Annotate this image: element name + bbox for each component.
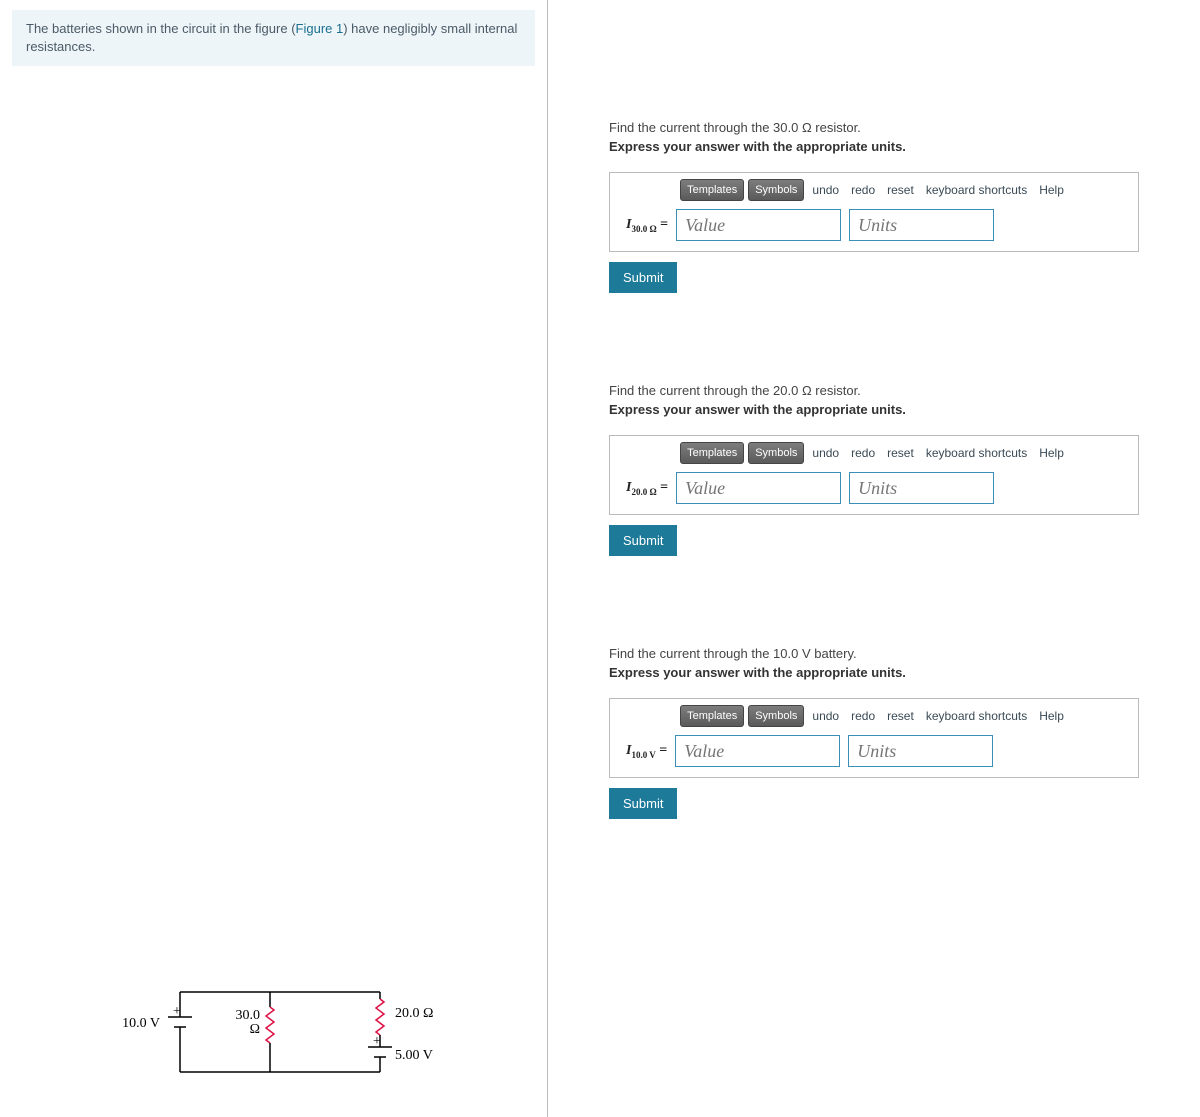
variable-label: I10.0 V = xyxy=(626,743,667,760)
svg-text:+: + xyxy=(373,1034,381,1049)
resistor1-label-bot: Ω xyxy=(250,1022,260,1037)
symbols-button[interactable]: Symbols xyxy=(748,705,804,727)
keyboard-shortcuts-button[interactable]: keyboard shortcuts xyxy=(922,181,1031,199)
templates-button[interactable]: Templates xyxy=(680,179,744,201)
submit-button[interactable]: Submit xyxy=(609,788,677,819)
units-input[interactable] xyxy=(849,472,994,504)
value-input[interactable] xyxy=(676,209,841,241)
figure-link[interactable]: Figure 1 xyxy=(296,21,344,36)
help-button[interactable]: Help xyxy=(1035,444,1068,462)
keyboard-shortcuts-button[interactable]: keyboard shortcuts xyxy=(922,707,1031,725)
templates-button[interactable]: Templates xyxy=(680,442,744,464)
part-a: Find the current through the 30.0 Ω resi… xyxy=(609,120,1189,293)
answer-toolbar: Templates Symbols undo redo reset keyboa… xyxy=(616,442,1132,464)
reset-button[interactable]: reset xyxy=(883,707,918,725)
circuit-figure: 10.0 V 30.0 Ω 20.0 Ω 5.00 V + + xyxy=(100,977,450,1097)
variable-label: I20.0 Ω = xyxy=(626,480,668,497)
reset-button[interactable]: reset xyxy=(883,444,918,462)
redo-button[interactable]: redo xyxy=(847,181,879,199)
help-button[interactable]: Help xyxy=(1035,707,1068,725)
battery1-label: 10.0 V xyxy=(122,1016,160,1031)
problem-text-before: The batteries shown in the circuit in th… xyxy=(26,21,296,36)
reset-button[interactable]: reset xyxy=(883,181,918,199)
variable-label: I30.0 Ω = xyxy=(626,217,668,234)
value-input[interactable] xyxy=(675,735,840,767)
answer-box: Templates Symbols undo redo reset keyboa… xyxy=(609,172,1139,252)
undo-button[interactable]: undo xyxy=(808,181,843,199)
answer-box: Templates Symbols undo redo reset keyboa… xyxy=(609,435,1139,515)
part-instruction: Express your answer with the appropriate… xyxy=(609,665,1189,680)
submit-button[interactable]: Submit xyxy=(609,525,677,556)
units-input[interactable] xyxy=(849,209,994,241)
undo-button[interactable]: undo xyxy=(808,444,843,462)
undo-button[interactable]: undo xyxy=(808,707,843,725)
answer-box: Templates Symbols undo redo reset keyboa… xyxy=(609,698,1139,778)
answer-toolbar: Templates Symbols undo redo reset keyboa… xyxy=(616,179,1132,201)
resistor1-label-top: 30.0 xyxy=(236,1008,261,1023)
answer-toolbar: Templates Symbols undo redo reset keyboa… xyxy=(616,705,1132,727)
svg-text:+: + xyxy=(173,1004,181,1019)
value-input[interactable] xyxy=(676,472,841,504)
part-prompt: Find the current through the 30.0 Ω resi… xyxy=(609,120,1189,135)
part-c: Find the current through the 10.0 V batt… xyxy=(609,646,1189,819)
redo-button[interactable]: redo xyxy=(847,707,879,725)
submit-button[interactable]: Submit xyxy=(609,262,677,293)
symbols-button[interactable]: Symbols xyxy=(748,442,804,464)
units-input[interactable] xyxy=(848,735,993,767)
part-prompt: Find the current through the 10.0 V batt… xyxy=(609,646,1189,661)
templates-button[interactable]: Templates xyxy=(680,705,744,727)
part-instruction: Express your answer with the appropriate… xyxy=(609,139,1189,154)
part-prompt: Find the current through the 20.0 Ω resi… xyxy=(609,383,1189,398)
resistor2-label: 20.0 Ω xyxy=(395,1006,433,1021)
keyboard-shortcuts-button[interactable]: keyboard shortcuts xyxy=(922,444,1031,462)
redo-button[interactable]: redo xyxy=(847,444,879,462)
battery2-label: 5.00 V xyxy=(395,1048,433,1063)
help-button[interactable]: Help xyxy=(1035,181,1068,199)
part-instruction: Express your answer with the appropriate… xyxy=(609,402,1189,417)
symbols-button[interactable]: Symbols xyxy=(748,179,804,201)
part-b: Find the current through the 20.0 Ω resi… xyxy=(609,383,1189,556)
problem-statement: The batteries shown in the circuit in th… xyxy=(12,10,535,66)
